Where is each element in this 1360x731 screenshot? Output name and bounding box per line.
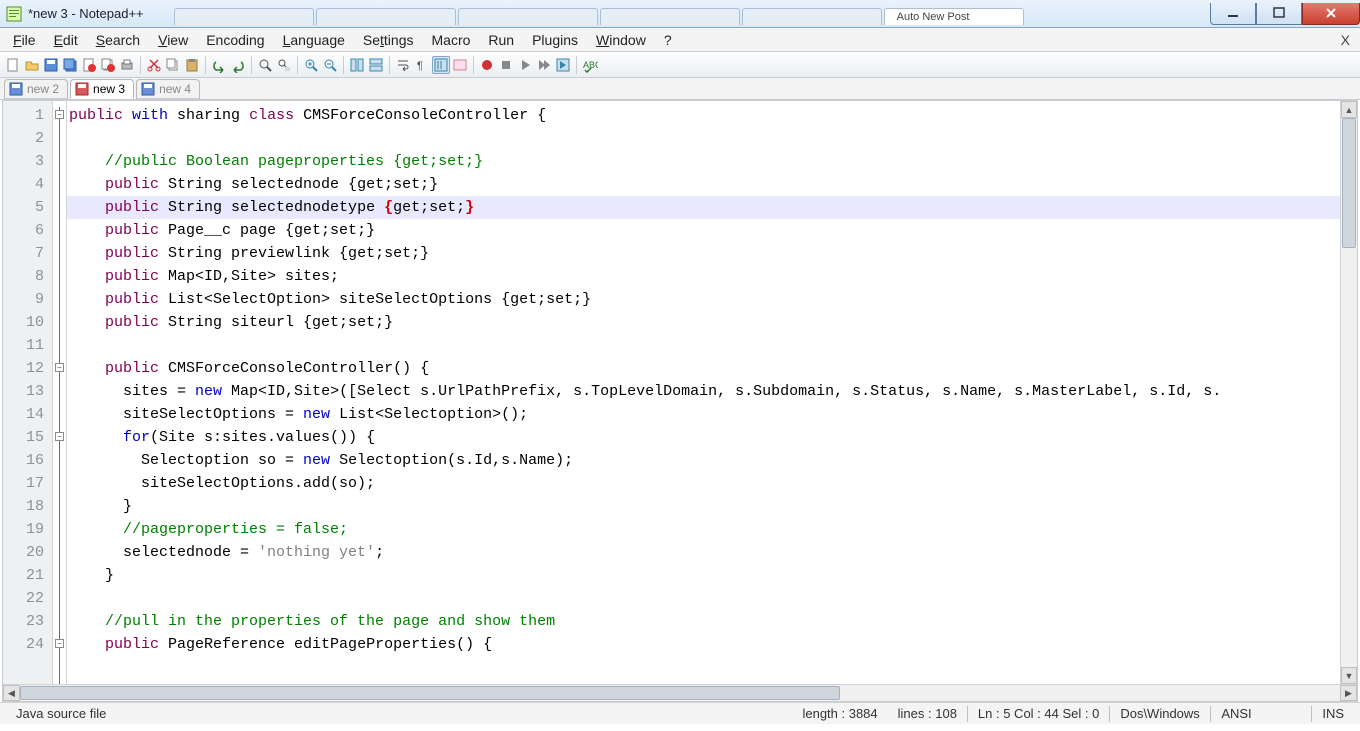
minimize-button[interactable] bbox=[1210, 3, 1256, 25]
browser-tab[interactable] bbox=[458, 8, 598, 25]
menu-encoding[interactable]: Encoding bbox=[197, 29, 273, 51]
save-state-icon bbox=[9, 82, 23, 96]
scroll-right-icon[interactable]: ▶ bbox=[1340, 685, 1357, 701]
browser-tab[interactable]: Auto New Post bbox=[884, 8, 1024, 25]
fold-column[interactable]: −−−− bbox=[53, 101, 67, 684]
doc-close-x[interactable]: X bbox=[1341, 32, 1350, 48]
browser-tab[interactable] bbox=[316, 8, 456, 25]
menu-window[interactable]: Window bbox=[587, 29, 655, 51]
new-file-icon[interactable] bbox=[4, 56, 22, 74]
scroll-thumb[interactable] bbox=[1342, 118, 1356, 248]
menu-edit[interactable]: Edit bbox=[45, 29, 87, 51]
print-icon[interactable] bbox=[118, 56, 136, 74]
menu-file[interactable]: File bbox=[4, 29, 45, 51]
save-all-icon[interactable] bbox=[61, 56, 79, 74]
toolbar-separator bbox=[473, 56, 474, 74]
paste-icon[interactable] bbox=[183, 56, 201, 74]
zoom-out-icon[interactable] bbox=[321, 56, 339, 74]
replace-icon[interactable] bbox=[275, 56, 293, 74]
document-tab-strip: new 2 new 3 new 4 bbox=[0, 78, 1360, 100]
browser-tab[interactable] bbox=[742, 8, 882, 25]
scroll-left-icon[interactable]: ◀ bbox=[3, 685, 20, 701]
menu-settings[interactable]: Settings bbox=[354, 29, 423, 51]
menubar: File Edit Search View Encoding Language … bbox=[0, 28, 1360, 52]
status-lines: lines : 108 bbox=[888, 706, 967, 721]
status-eol: Dos\Windows bbox=[1110, 706, 1210, 721]
status-insert-mode: INS bbox=[1312, 706, 1354, 721]
horizontal-scrollbar[interactable]: ◀ ▶ bbox=[3, 684, 1357, 701]
editor: 123456789101112131415161718192021222324 … bbox=[2, 100, 1358, 702]
status-position: Ln : 5 Col : 44 Sel : 0 bbox=[968, 706, 1109, 721]
toolbar-separator bbox=[343, 56, 344, 74]
find-icon[interactable] bbox=[256, 56, 274, 74]
menu-help[interactable]: ? bbox=[655, 29, 681, 51]
menu-macro[interactable]: Macro bbox=[423, 29, 480, 51]
svg-text:¶: ¶ bbox=[417, 60, 423, 72]
wordwrap-icon[interactable] bbox=[394, 56, 412, 74]
line-number-gutter[interactable]: 123456789101112131415161718192021222324 bbox=[3, 101, 53, 684]
save-state-icon bbox=[141, 82, 155, 96]
window-buttons bbox=[1210, 3, 1360, 25]
doc-tab[interactable]: new 4 bbox=[136, 79, 200, 99]
cut-icon[interactable] bbox=[145, 56, 163, 74]
window-title: *new 3 - Notepad++ bbox=[28, 6, 164, 21]
browser-tab[interactable] bbox=[600, 8, 740, 25]
browser-tab-strip: Auto New Post bbox=[174, 3, 1024, 25]
maximize-button[interactable] bbox=[1256, 3, 1302, 25]
toolbar-separator bbox=[389, 56, 390, 74]
stop-macro-icon[interactable] bbox=[497, 56, 515, 74]
indent-guide-icon[interactable] bbox=[432, 56, 450, 74]
menu-language[interactable]: Language bbox=[274, 29, 354, 51]
close-file-icon[interactable] bbox=[80, 56, 98, 74]
close-button[interactable] bbox=[1302, 3, 1360, 25]
doc-tab[interactable]: new 2 bbox=[4, 79, 68, 99]
zoom-in-icon[interactable] bbox=[302, 56, 320, 74]
redo-icon[interactable] bbox=[229, 56, 247, 74]
statusbar: Java source file length : 3884 lines : 1… bbox=[0, 702, 1360, 724]
sync-vscroll-icon[interactable] bbox=[348, 56, 366, 74]
vertical-scrollbar[interactable]: ▲ ▼ bbox=[1340, 101, 1357, 684]
status-length: length : 3884 bbox=[792, 706, 887, 721]
menu-plugins[interactable]: Plugins bbox=[523, 29, 587, 51]
record-macro-icon[interactable] bbox=[478, 56, 496, 74]
code-area[interactable]: public with sharing class CMSForceConsol… bbox=[67, 101, 1340, 684]
doc-tab-label: new 3 bbox=[93, 82, 125, 96]
save-icon[interactable] bbox=[42, 56, 60, 74]
scroll-up-icon[interactable]: ▲ bbox=[1341, 101, 1357, 118]
spellcheck-icon[interactable]: ABC bbox=[581, 56, 599, 74]
menu-run[interactable]: Run bbox=[479, 29, 523, 51]
app-icon bbox=[4, 4, 24, 24]
titlebar: *new 3 - Notepad++ Auto New Post bbox=[0, 0, 1360, 28]
doc-tab-label: new 2 bbox=[27, 82, 59, 96]
menu-search[interactable]: Search bbox=[87, 29, 149, 51]
doc-tab-label: new 4 bbox=[159, 82, 191, 96]
scroll-down-icon[interactable]: ▼ bbox=[1341, 667, 1357, 684]
toolbar-separator bbox=[205, 56, 206, 74]
sync-hscroll-icon[interactable] bbox=[367, 56, 385, 74]
all-chars-icon[interactable]: ¶ bbox=[413, 56, 431, 74]
menu-view[interactable]: View bbox=[149, 29, 197, 51]
user-lang-icon[interactable] bbox=[451, 56, 469, 74]
scroll-thumb[interactable] bbox=[20, 686, 840, 700]
toolbar-separator bbox=[297, 56, 298, 74]
unsaved-state-icon bbox=[75, 82, 89, 96]
toolbar-separator bbox=[251, 56, 252, 74]
undo-icon[interactable] bbox=[210, 56, 228, 74]
save-macro-icon[interactable] bbox=[554, 56, 572, 74]
doc-tab-active[interactable]: new 3 bbox=[70, 79, 134, 99]
browser-tab[interactable] bbox=[174, 8, 314, 25]
play-macro-icon[interactable] bbox=[516, 56, 534, 74]
toolbar: ¶ ABC bbox=[0, 52, 1360, 78]
play-multi-icon[interactable] bbox=[535, 56, 553, 74]
open-file-icon[interactable] bbox=[23, 56, 41, 74]
status-encoding: ANSI bbox=[1211, 706, 1311, 721]
copy-icon[interactable] bbox=[164, 56, 182, 74]
close-all-icon[interactable] bbox=[99, 56, 117, 74]
toolbar-separator bbox=[576, 56, 577, 74]
toolbar-separator bbox=[140, 56, 141, 74]
status-language: Java source file bbox=[6, 706, 116, 721]
